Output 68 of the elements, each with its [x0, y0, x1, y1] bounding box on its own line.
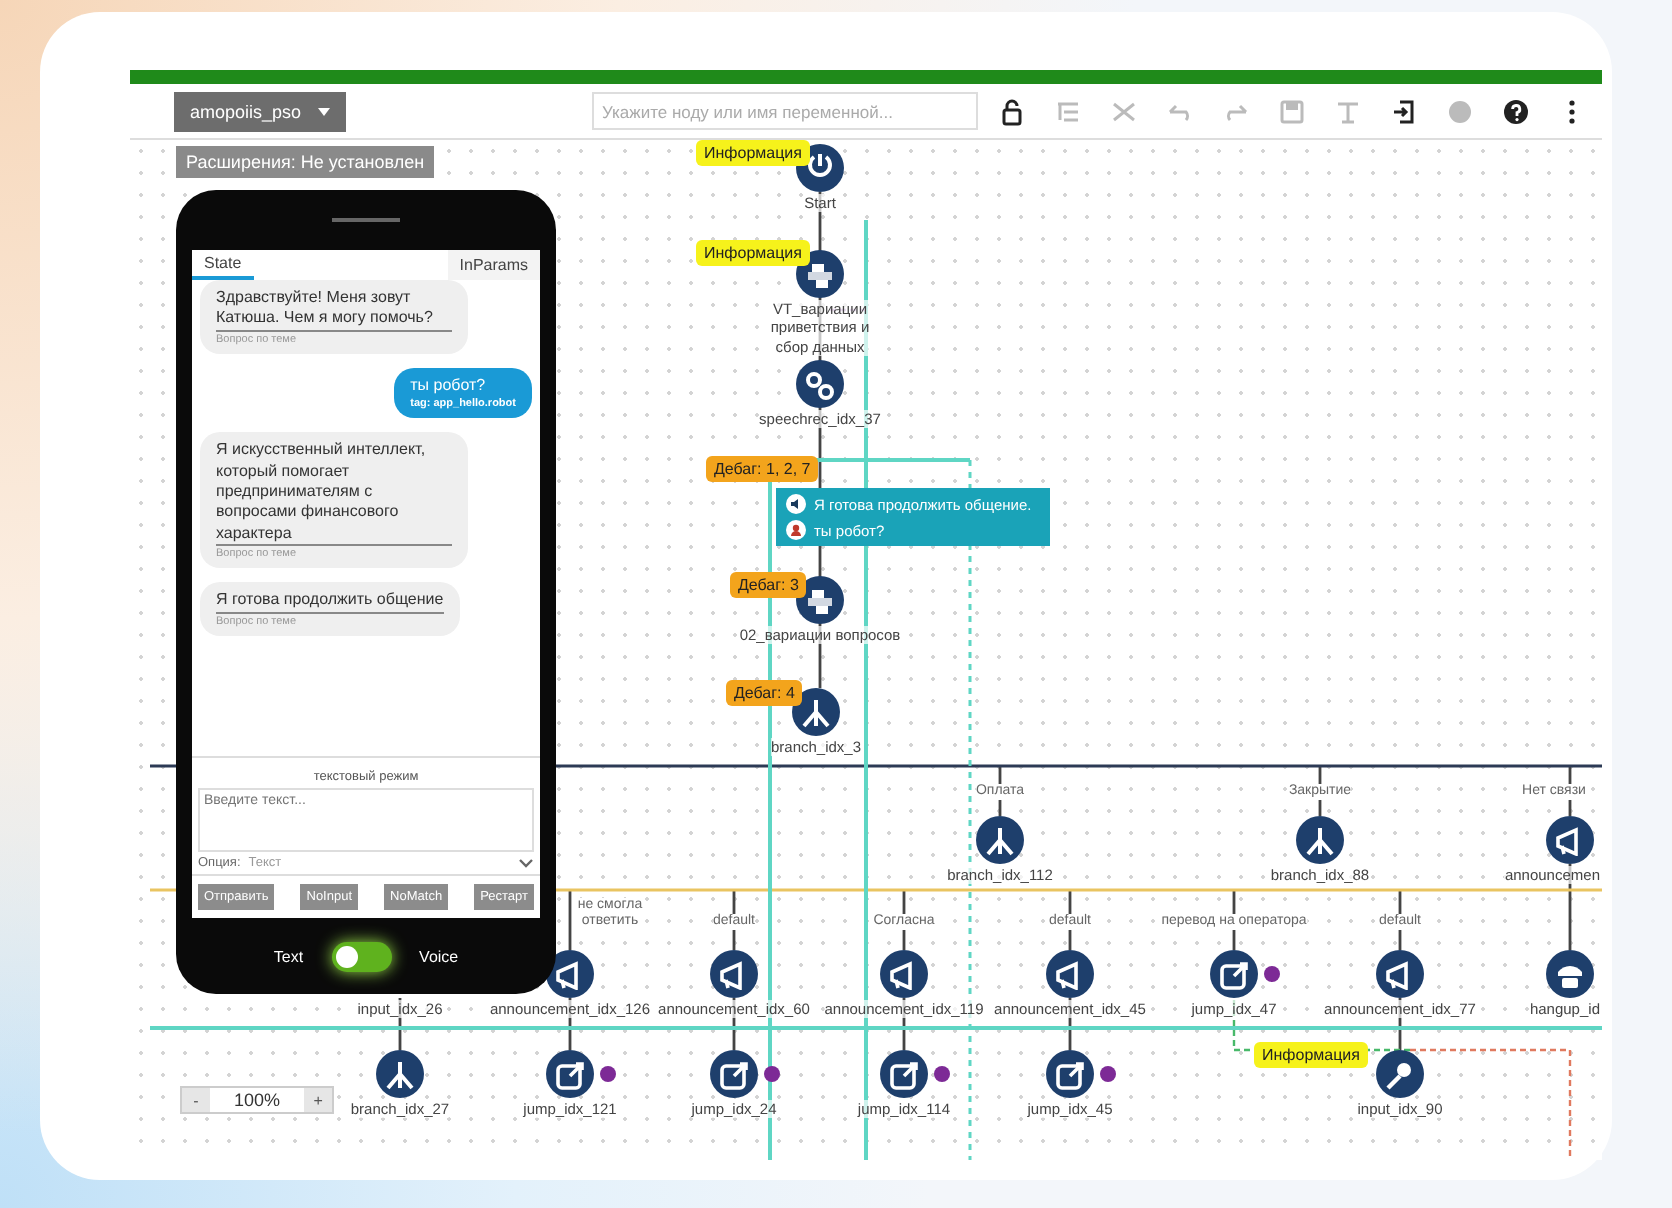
- jump-node[interactable]: [1046, 1050, 1094, 1098]
- jump-node[interactable]: [546, 1050, 594, 1098]
- announcement-icon: [1056, 959, 1084, 989]
- jump-icon: [720, 1059, 748, 1089]
- announcement-icon: [890, 959, 918, 989]
- jump-icon: [556, 1059, 584, 1089]
- announcement-icon: [720, 959, 748, 989]
- help-button[interactable]: [1500, 95, 1532, 127]
- announcement-node[interactable]: [1546, 816, 1594, 864]
- branch-icon: [802, 697, 830, 727]
- branch-node[interactable]: [1296, 816, 1344, 864]
- mode-toggle[interactable]: [331, 941, 392, 971]
- zoom-out-button[interactable]: -: [182, 1088, 210, 1112]
- announcement-icon: [1386, 959, 1414, 989]
- more-icon: [1568, 99, 1576, 123]
- help-icon: [1500, 95, 1532, 127]
- export-button[interactable]: [1388, 95, 1420, 127]
- announcement-node[interactable]: [1376, 950, 1424, 998]
- announcement-node[interactable]: [710, 950, 758, 998]
- announcement-node[interactable]: [880, 950, 928, 998]
- tab[interactable]: InParams: [447, 250, 540, 280]
- info-tag: Информация: [696, 240, 810, 266]
- branch-icon: [386, 1059, 414, 1089]
- announcement-icon: [556, 959, 584, 989]
- caret-icon: [317, 107, 330, 115]
- jump-node[interactable]: [710, 1050, 758, 1098]
- branch-node[interactable]: [792, 688, 840, 736]
- zoom-in-button[interactable]: +: [304, 1088, 333, 1112]
- power-icon: [806, 153, 834, 183]
- stop-icon: [1444, 95, 1476, 127]
- announcement-icon: [1556, 825, 1584, 855]
- python-node[interactable]: [796, 576, 844, 624]
- announcement-node[interactable]: [546, 950, 594, 998]
- jump-node[interactable]: [880, 1050, 928, 1098]
- debug-tag: Дебаг: 1, 2, 7: [706, 456, 819, 482]
- message-text: Здравствуйте! Меня зовут Катюша. Чем я могу помочь?: [216, 288, 452, 332]
- tab[interactable]: State: [192, 250, 254, 280]
- zoom-value: 100%: [232, 1088, 283, 1112]
- chevron-icon: [518, 857, 534, 869]
- debug-tag: Дебаг: 4: [726, 680, 803, 706]
- toggle-label: Text: [273, 947, 304, 965]
- input-node[interactable]: [1376, 1050, 1424, 1098]
- toggle-label: Voice: [419, 947, 459, 965]
- extensions-label: Расширения: Не установлен: [176, 146, 435, 178]
- branch-node[interactable]: [976, 816, 1024, 864]
- export-icon: [1388, 95, 1420, 127]
- gears-node[interactable]: [796, 360, 844, 408]
- jump-icon: [890, 1059, 918, 1089]
- message-text: Я готова продолжить общение: [216, 590, 444, 614]
- user-icon: [786, 520, 806, 540]
- info-tag: Информация: [696, 140, 810, 166]
- save-icon: [1276, 95, 1308, 127]
- search-field[interactable]: Укажите ноду или имя переменной...: [592, 92, 978, 130]
- jump-icon: [1220, 959, 1248, 989]
- announcement-node[interactable]: [1046, 950, 1094, 998]
- message-text: Я искусственный интеллект, который помогает предпринимателям с вопросами финансового характера: [216, 440, 452, 547]
- branch-icon: [1306, 825, 1334, 855]
- message-text: ты робот?: [410, 375, 488, 397]
- project-dropdown[interactable]: amopoiis_pso: [174, 91, 346, 131]
- debug-tag: Дебаг: 3: [730, 572, 807, 598]
- jump-node[interactable]: [1210, 950, 1258, 998]
- speaker-icon: [786, 494, 806, 514]
- branch-icon: [986, 825, 1014, 855]
- branch-node[interactable]: [376, 1050, 424, 1098]
- info-tag: Информация: [1254, 1042, 1368, 1068]
- input-icon: [1386, 1059, 1414, 1089]
- hangup-node[interactable]: [1546, 950, 1594, 998]
- jump-icon: [1056, 1059, 1084, 1089]
